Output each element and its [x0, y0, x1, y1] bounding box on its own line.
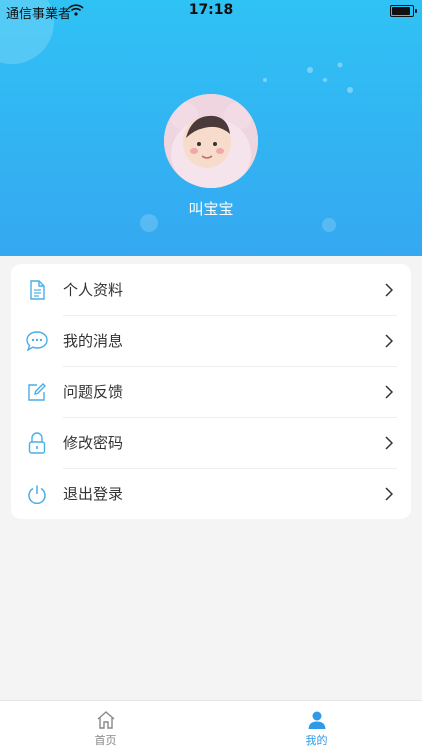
- menu-item-profile[interactable]: 个人资料: [11, 264, 411, 315]
- chevron-right-icon: [379, 333, 399, 348]
- status-time: 17:18: [188, 2, 234, 18]
- decor-splash: [263, 62, 353, 93]
- home-icon: [97, 711, 114, 729]
- menu-item-label: 个人资料: [63, 281, 124, 299]
- tab-mine[interactable]: 我的: [211, 701, 422, 751]
- menu-item-label: 修改密码: [63, 434, 124, 452]
- username: 叫宝宝: [188, 200, 234, 218]
- power-icon: [25, 482, 49, 506]
- menu-item-logout[interactable]: 退出登录: [11, 468, 411, 519]
- avatar[interactable]: [164, 94, 258, 188]
- avatar-image: [164, 94, 258, 188]
- chevron-right-icon: [379, 384, 399, 399]
- menu-item-label: 退出登录: [63, 485, 124, 503]
- lock-icon: [25, 431, 49, 455]
- menu-item-feedback[interactable]: 问题反馈: [11, 366, 411, 417]
- tab-home[interactable]: 首页: [0, 701, 211, 751]
- tab-label: 我的: [305, 734, 328, 747]
- status-bar: 通信事業者 17:18: [0, 0, 422, 22]
- menu-item-messages[interactable]: 我的消息: [11, 315, 411, 366]
- chevron-right-icon: [379, 435, 399, 450]
- message-icon: [25, 329, 49, 353]
- tab-label: 首页: [94, 734, 117, 747]
- menu-item-label: 我的消息: [63, 332, 124, 350]
- chevron-right-icon: [379, 486, 399, 501]
- menu-item-label: 问题反馈: [63, 383, 124, 401]
- user-icon: [308, 711, 325, 729]
- chevron-right-icon: [379, 282, 399, 297]
- edit-icon: [25, 380, 49, 404]
- tab-bar: 首页 我的: [0, 700, 422, 751]
- menu-item-change-password[interactable]: 修改密码: [11, 417, 411, 468]
- battery-icon: [390, 5, 417, 17]
- decor-bubble: [322, 218, 336, 232]
- menu-card: 个人资料 我的消息 问题反馈 修改密码 退出登录: [11, 264, 411, 519]
- document-icon: [25, 278, 49, 302]
